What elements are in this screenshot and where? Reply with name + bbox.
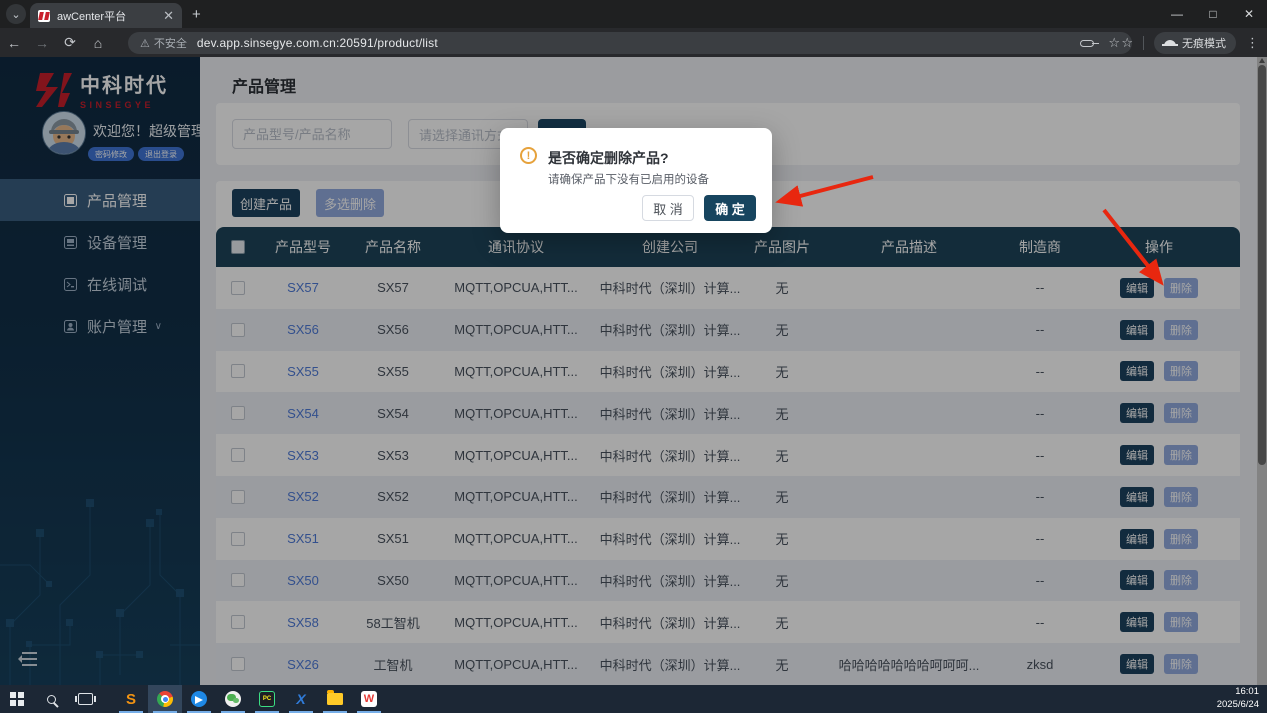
divider [1143,36,1144,50]
sublime-icon: S [126,691,136,708]
maximize-button[interactable]: □ [1195,0,1231,28]
pycharm-icon: PC [259,691,275,707]
dialog-subtitle: 请确保产品下没有已启用的设备 [548,171,709,187]
wps-icon: W [361,691,377,707]
cancel-button[interactable]: 取 消 [642,195,694,221]
task-view-button[interactable] [68,685,102,713]
back-icon[interactable]: ← [0,35,28,51]
clock-time: 16:01 [1217,686,1259,699]
window-controls: — □ ✕ [1159,0,1267,28]
file-explorer-icon [327,693,343,705]
incognito-badge: 无痕模式 [1154,32,1236,54]
browser-menu-icon[interactable]: ⋮ [1246,35,1259,51]
extension-star-icon[interactable]: ☆ [1121,35,1133,51]
security-warning[interactable]: ⚠ 不安全 [140,35,187,51]
wechat-icon [225,691,241,707]
home-icon[interactable]: ⌂ [84,35,112,51]
taskbar-app-dingtalk[interactable] [182,685,216,713]
screen: ⌄ awCenter平台 ✕ + — □ ✕ ← → ⟳ ⌂ ⚠ 不安全 dev… [0,0,1267,713]
taskbar: S PC X W 16:01 2025/6/24 [0,685,1267,713]
task-view-icon [78,693,93,705]
address-bar[interactable]: ⚠ 不安全 dev.app.sinsegye.com.cn:20591/prod… [128,32,1132,54]
tab-close-icon[interactable]: ✕ [163,8,174,24]
close-button[interactable]: ✕ [1231,0,1267,28]
dialog-title: 是否确定删除产品? [548,148,669,168]
taskbar-app-sublime[interactable]: S [114,685,148,713]
browser-tabstrip: ⌄ awCenter平台 ✕ + — □ ✕ [0,0,1267,28]
clock-date: 2025/6/24 [1217,699,1259,712]
tab-title: awCenter平台 [57,8,156,24]
taskbar-app-xshell[interactable]: X [284,685,318,713]
forward-icon[interactable]: → [28,35,56,51]
bookmark-star-icon[interactable]: ☆ [1108,35,1120,51]
site-favicon [38,10,50,22]
start-button[interactable] [0,685,34,713]
search-icon [47,695,56,704]
new-tab-button[interactable]: + [192,6,201,23]
xshell-icon: X [296,691,305,707]
taskbar-search-button[interactable] [34,685,68,713]
password-key-icon[interactable] [1080,40,1094,47]
taskbar-app-pycharm[interactable]: PC [250,685,284,713]
url-text[interactable]: dev.app.sinsegye.com.cn:20591/product/li… [197,36,438,50]
taskbar-app-file-explorer[interactable] [318,685,352,713]
taskbar-app-wps[interactable]: W [352,685,386,713]
chrome-icon [157,691,173,707]
taskbar-app-chrome[interactable] [148,685,182,713]
taskbar-app-wechat[interactable] [216,685,250,713]
browser-tab[interactable]: awCenter平台 ✕ [30,3,182,28]
dingtalk-icon [191,691,207,707]
incognito-icon [1164,40,1176,46]
tab-search-chevron-icon[interactable]: ⌄ [6,4,26,24]
reload-icon[interactable]: ⟳ [56,34,84,51]
minimize-button[interactable]: — [1159,0,1195,28]
delete-confirm-dialog: ! 是否确定删除产品? 请确保产品下没有已启用的设备 取 消 确 定 [500,128,772,233]
confirm-button[interactable]: 确 定 [704,195,756,221]
browser-navbar: ← → ⟳ ⌂ ⚠ 不安全 dev.app.sinsegye.com.cn:20… [0,28,1267,57]
taskbar-clock[interactable]: 16:01 2025/6/24 [1217,686,1259,712]
windows-logo-icon [10,692,24,706]
warning-icon: ! [520,147,537,164]
